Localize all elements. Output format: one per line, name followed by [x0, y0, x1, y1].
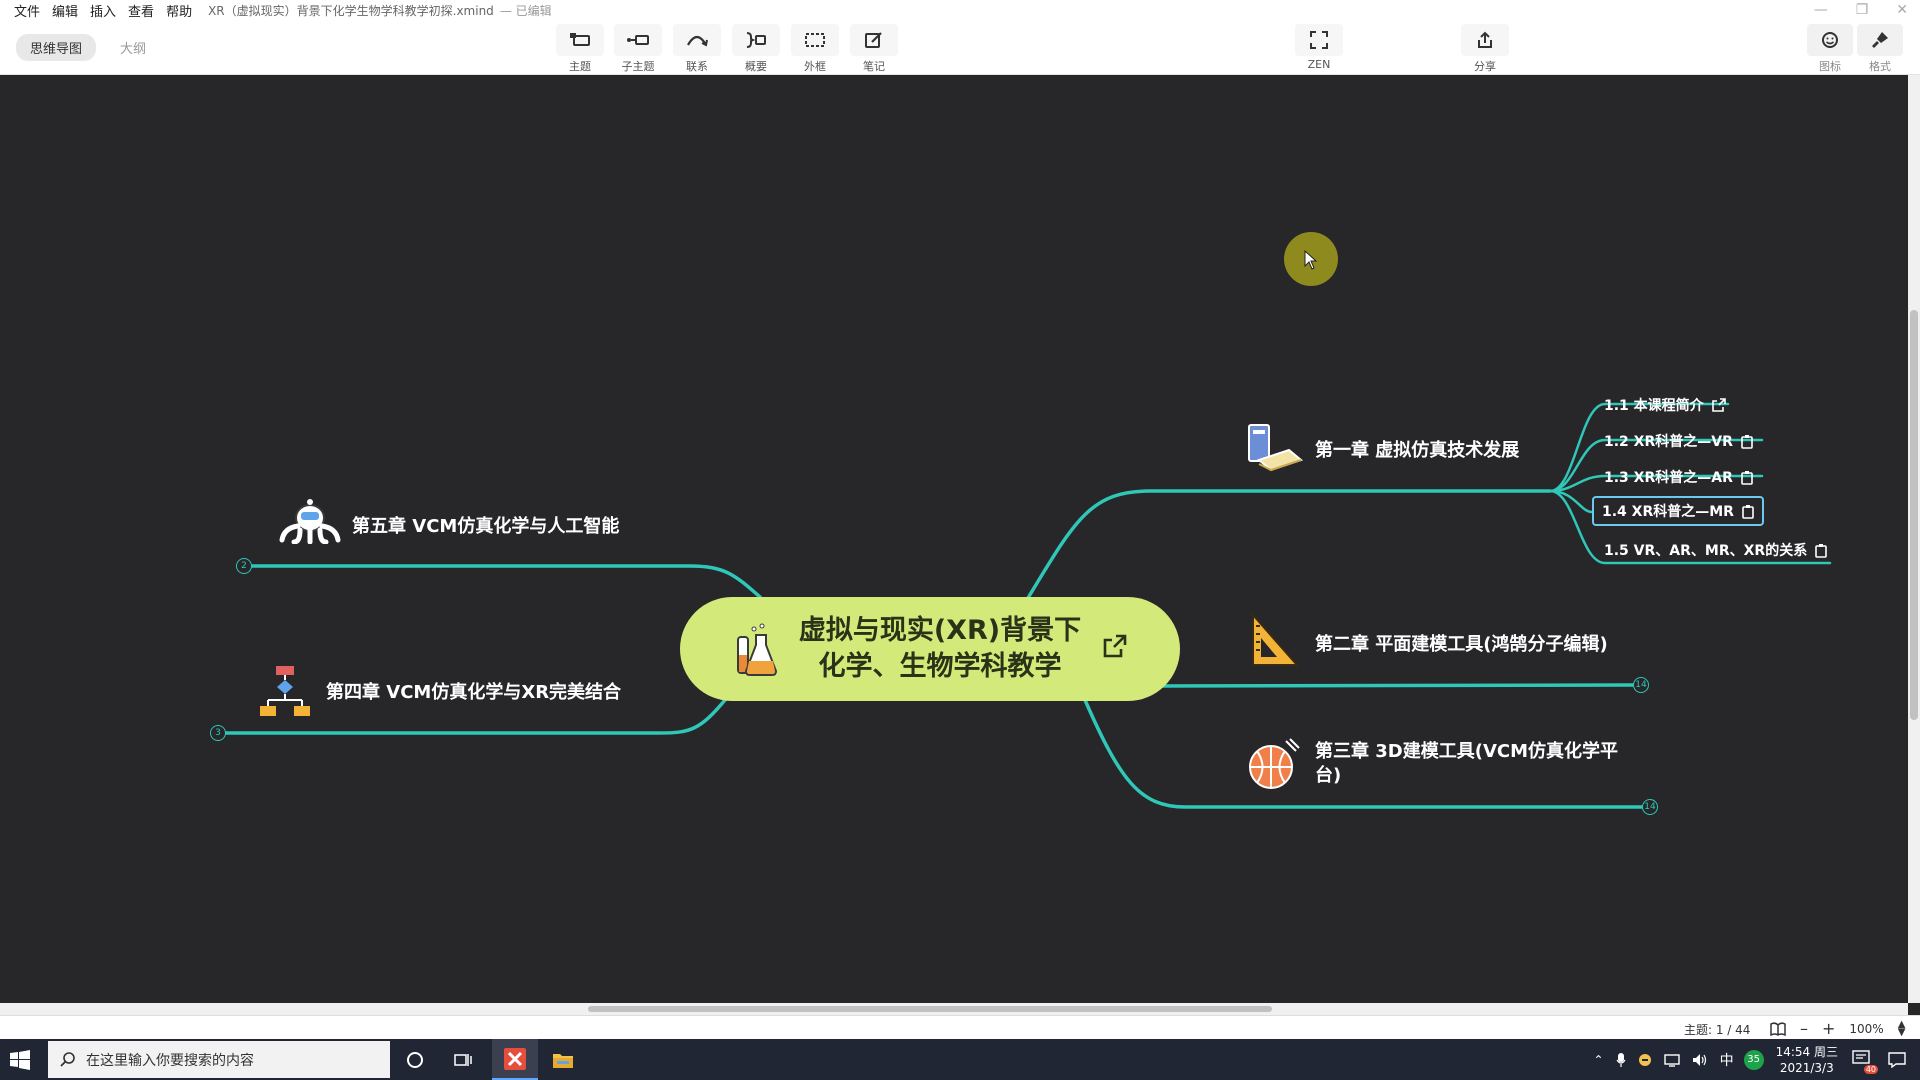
book-view-icon[interactable]: [1770, 1021, 1786, 1036]
subtopic-1-1-label: 1.1 本课程简介: [1604, 398, 1704, 414]
folder-icon: [553, 1053, 573, 1068]
note-icon[interactable]: [1741, 470, 1753, 485]
app-tray-icon[interactable]: [1638, 1053, 1652, 1067]
weather-badge[interactable]: 35: [1743, 1049, 1764, 1070]
horizontal-scroll-thumb[interactable]: [588, 1006, 1272, 1012]
taskbar-explorer-app[interactable]: [540, 1039, 586, 1080]
xmind-app-icon: [504, 1047, 526, 1070]
subtopic-1-5-label: 1.5 VR、AR、MR、XR的关系: [1604, 543, 1808, 559]
taskbar-search-placeholder: 在这里输入你要搜索的内容: [86, 1052, 254, 1069]
subtopic-1-4[interactable]: 1.4 XR科普之—MR: [1592, 496, 1764, 526]
horizontal-scrollbar[interactable]: [0, 1003, 1908, 1015]
notification-button[interactable]: 40: [1852, 1049, 1878, 1074]
taskbar-search-box[interactable]: 在这里输入你要搜索的内容: [48, 1041, 390, 1078]
collapsed-count-badge[interactable]: 2: [236, 558, 252, 574]
subtopic-1-3-label: 1.3 XR科普之—AR: [1604, 470, 1733, 486]
search-icon: [60, 1051, 75, 1067]
windows-taskbar: 在这里输入你要搜索的内容 ⌃ 中 35 14:54 周三 2021/3/3 40: [0, 1039, 1920, 1080]
collapsed-count-badge[interactable]: 14: [1633, 677, 1649, 693]
collapsed-count-badge[interactable]: 3: [210, 725, 226, 741]
central-topic-title: 虚拟与现实(XR)背景下化学、生物学科教学: [798, 615, 1082, 682]
note-icon[interactable]: [1742, 504, 1754, 519]
windows-start-icon[interactable]: [10, 1050, 30, 1070]
chapter-4-topic[interactable]: 第四章 VCM仿真化学与XR完美结合: [326, 678, 621, 704]
chevron-up-icon[interactable]: ⌃: [1594, 1053, 1604, 1067]
zoom-level[interactable]: 100%: [1849, 1022, 1883, 1036]
clock-date: 2021/3/3: [1779, 1060, 1834, 1075]
chapter-5-topic[interactable]: 第五章 VCM仿真化学与人工智能: [352, 512, 619, 538]
triangle-ruler-icon: [1252, 612, 1300, 666]
zoom-controls: – + 100% ▲ ▼: [1770, 1019, 1905, 1038]
subtopic-1-1[interactable]: 1.1 本课程简介: [1604, 395, 1726, 415]
chevron-updown-icon[interactable]: ▲ ▼: [1898, 1019, 1906, 1037]
cortana-button[interactable]: [392, 1039, 438, 1080]
chapter-2-topic[interactable]: 第二章 平面建模工具(鸿鹄分子编辑): [1315, 630, 1608, 656]
topic-counter: 主题: 1 / 44: [1684, 1023, 1751, 1037]
collapsed-count-badge[interactable]: 14: [1642, 799, 1658, 815]
task-view-button[interactable]: [440, 1039, 486, 1080]
subtopic-1-5[interactable]: 1.5 VR、AR、MR、XR的关系: [1604, 540, 1828, 560]
vertical-scroll-thumb[interactable]: [1910, 310, 1918, 720]
mouse-pointer-icon: [1304, 250, 1318, 270]
subtopic-1-4-label: 1.4 XR科普之—MR: [1602, 504, 1734, 520]
volume-icon[interactable]: [1692, 1053, 1708, 1067]
zoom-out-button[interactable]: –: [1800, 1019, 1808, 1038]
chapter-3-topic[interactable]: 第三章 3D建模工具(VCM仿真化学平台): [1315, 740, 1625, 788]
external-link-icon[interactable]: [1102, 633, 1128, 659]
status-bar: 主题: 1 / 44 – + 100% ▲ ▼: [0, 1015, 1920, 1039]
subtopic-1-2[interactable]: 1.2 XR科普之—VR: [1604, 431, 1753, 451]
robot-icon: [279, 499, 341, 544]
taskbar-xmind-app[interactable]: [492, 1039, 538, 1080]
subtopic-1-3[interactable]: 1.3 XR科普之—AR: [1604, 467, 1753, 487]
clock-time: 14:54 周三: [1775, 1044, 1838, 1059]
microphone-icon[interactable]: [1616, 1052, 1626, 1068]
note-icon[interactable]: [1741, 434, 1753, 449]
flask-icon: [737, 623, 778, 676]
chapter-1-topic[interactable]: 第一章 虚拟仿真技术发展: [1315, 436, 1519, 462]
task-view-icon: [454, 1053, 472, 1066]
flowchart-icon: [260, 666, 310, 716]
book-icon: [1248, 424, 1303, 472]
external-link-icon[interactable]: [1711, 398, 1726, 412]
notification-count: 40: [1863, 1064, 1878, 1074]
notification-icon: [1852, 1049, 1870, 1064]
vertical-scrollbar[interactable]: [1908, 75, 1920, 1003]
taskbar-clock[interactable]: 14:54 周三 2021/3/3: [1776, 1044, 1838, 1076]
central-topic[interactable]: 虚拟与现实(XR)背景下化学、生物学科教学: [680, 597, 1180, 701]
ime-indicator[interactable]: 中: [1720, 1050, 1734, 1070]
basketball-icon: [1249, 738, 1300, 789]
cursor-highlight: [1284, 232, 1338, 286]
action-center-icon[interactable]: [1888, 1051, 1906, 1068]
zoom-in-button[interactable]: +: [1822, 1019, 1835, 1038]
network-icon[interactable]: [1663, 1053, 1680, 1067]
subtopic-1-2-label: 1.2 XR科普之—VR: [1604, 434, 1733, 450]
cortana-icon: [407, 1051, 423, 1068]
note-icon[interactable]: [1815, 543, 1828, 558]
system-tray: ⌃ 中 35 14:54 周三 2021/3/3 40: [1594, 1039, 1920, 1080]
